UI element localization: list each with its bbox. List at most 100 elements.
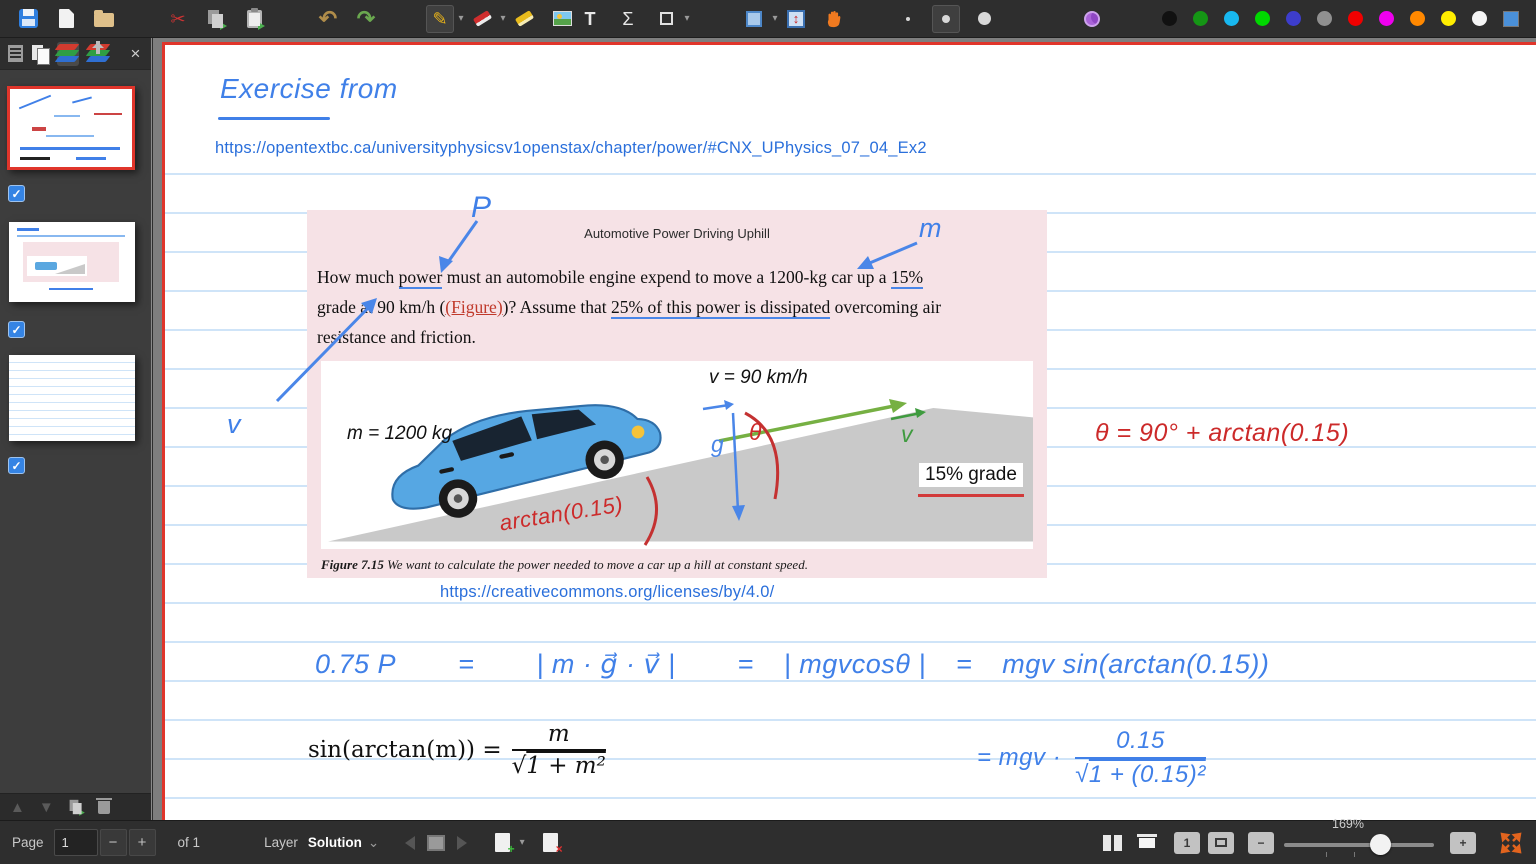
copy-icon[interactable] (202, 5, 230, 33)
redo-icon[interactable]: ↷ (352, 5, 380, 33)
shape-tool-icon[interactable] (652, 5, 680, 33)
typeset-fraction: m √1 + m² (511, 721, 606, 779)
color-swatch-gray[interactable] (1317, 11, 1332, 26)
vertical-space-icon[interactable]: ↕ (782, 5, 810, 33)
fill-toggle-icon[interactable] (1078, 5, 1106, 33)
add-page-dropdown-caret[interactable]: ▾ (515, 837, 529, 848)
status-bar: Page − + of 1 Layer Solution ⌄ + ▾ × 1 − (0, 817, 1536, 864)
open-folder-icon[interactable] (90, 5, 118, 33)
zoom-in-button[interactable]: + (1450, 831, 1476, 854)
sidebar-layer-preview: × ✓ ✓ ✓ ▲ ▼ (0, 38, 152, 820)
zoom-100-button[interactable]: 1 (1174, 831, 1200, 854)
layer-selector[interactable]: Solution (308, 835, 362, 850)
pen-tool-icon[interactable]: ✎ (426, 4, 454, 33)
add-page-icon[interactable]: + (489, 830, 515, 856)
delete-layer-icon[interactable] (95, 797, 112, 814)
eq-term: | m · g⃗ · v⃗ | (536, 649, 676, 679)
new-file-icon[interactable] (52, 5, 80, 33)
zoom-slider-thumb[interactable] (1370, 833, 1391, 855)
math-tex-icon[interactable]: Σ (614, 5, 642, 33)
page-label: Page (12, 835, 44, 850)
eq2-prefix: = mgv · (977, 744, 1062, 771)
zoom-out-button[interactable]: − (1248, 831, 1274, 854)
move-layer-up-icon[interactable]: ▲ (10, 799, 25, 816)
tab-page-preview-icon[interactable] (32, 42, 50, 66)
notebook-page[interactable]: Exercise from https://opentextbc.ca/univ… (162, 42, 1536, 820)
cut-icon[interactable]: ✂ (164, 5, 192, 33)
move-layer-down-icon[interactable]: ▼ (39, 799, 54, 816)
shape-dropdown-caret[interactable]: ▾ (680, 13, 694, 24)
layer-thumbnail-background[interactable] (9, 355, 135, 441)
layer-label: Layer (264, 835, 298, 850)
next-layer-icon[interactable] (449, 830, 475, 856)
layer-visibility-checkbox-2[interactable]: ✓ (8, 321, 25, 338)
typeset-lhs: sin(arctan(m)) = (308, 737, 502, 763)
layer-dropdown-caret[interactable]: ⌄ (368, 835, 379, 851)
color-swatch-yellow[interactable] (1441, 11, 1456, 26)
annotation-m: m (919, 213, 942, 243)
presentation-mode-icon[interactable] (1134, 830, 1160, 856)
color-swatch-red[interactable] (1348, 11, 1363, 26)
select-tool-icon[interactable] (740, 5, 768, 33)
layer-thumbnail-combined[interactable] (7, 86, 135, 170)
tab-contents-icon[interactable] (8, 42, 23, 66)
pen-size-fine-icon[interactable] (894, 5, 922, 33)
layer-visibility-checkbox-3[interactable]: ✓ (8, 457, 25, 474)
fullscreen-icon[interactable] (1498, 830, 1524, 856)
tab-layerstack-preview-icon[interactable] (85, 40, 111, 66)
zoom-fit-button[interactable] (1208, 831, 1234, 854)
page-number-input[interactable] (53, 829, 98, 856)
layer-visibility-checkbox-1[interactable]: ✓ (8, 185, 25, 202)
paired-pages-icon[interactable] (1100, 830, 1126, 856)
pen-dropdown-caret[interactable]: ▾ (454, 13, 468, 24)
xournal-window: ✂ ↶ ↷ ✎ ▾ ▾ T Σ ▾ ▾ ↕ × ✓ ✓ ✓ ▲ ▼ Exerci… (0, 0, 1536, 864)
sidebar-close-icon[interactable]: × (128, 42, 143, 66)
select-dropdown-caret[interactable]: ▾ (768, 13, 782, 24)
color-chooser-icon[interactable] (1503, 10, 1519, 27)
page-decrement-button[interactable]: − (99, 829, 127, 856)
layer-preview-toggle-icon[interactable] (423, 830, 449, 856)
highlighter-tool-icon[interactable] (510, 5, 538, 33)
annotation-arrows (275, 220, 918, 403)
typeset-equation[interactable]: sin(arctan(m)) = m √1 + m² (308, 721, 606, 779)
zoom-tick (1354, 851, 1355, 857)
color-swatch-green[interactable] (1255, 11, 1270, 26)
sidebar-tab-bar: × (0, 38, 151, 70)
delete-page-icon[interactable]: × (537, 830, 563, 856)
color-swatch-magenta[interactable] (1379, 11, 1394, 26)
zoom-level-label: 169% (1332, 816, 1364, 831)
text-tool-icon[interactable]: T (576, 5, 604, 33)
save-icon[interactable] (14, 5, 42, 33)
page-increment-button[interactable]: + (128, 829, 156, 856)
eraser-tool-icon[interactable] (468, 5, 496, 33)
zoom-slider-track[interactable] (1284, 842, 1434, 847)
eraser-dropdown-caret[interactable]: ▾ (496, 13, 510, 24)
eq-equals: = (458, 649, 475, 679)
color-swatch-black[interactable] (1162, 11, 1177, 26)
zoom-tick (1326, 851, 1327, 857)
pen-size-thick-icon[interactable] (970, 5, 998, 33)
handwritten-equation-row: 0.75 P = | m · g⃗ · v⃗ | = | mgvcosθ | =… (315, 649, 1269, 680)
tab-layer-preview-icon[interactable] (54, 41, 80, 66)
eq-term: mgv sin(arctan(0.15)) (1002, 649, 1270, 679)
prev-layer-icon[interactable] (397, 830, 423, 856)
color-swatch-indigo[interactable] (1286, 11, 1301, 26)
paste-icon[interactable] (240, 5, 268, 33)
zoom-slider[interactable]: 169% (1284, 817, 1434, 858)
color-swatch-orange[interactable] (1410, 11, 1425, 26)
eq2-fraction: 0.15 √1 + (0.15)² (1075, 727, 1206, 788)
layer-thumbnail-solution[interactable] (9, 222, 135, 302)
sidebar-action-bar: ▲ ▼ (0, 793, 151, 820)
color-swatch-cyan[interactable] (1224, 11, 1239, 26)
annotation-v: v (227, 409, 241, 439)
insert-image-icon[interactable] (548, 5, 576, 33)
main-toolbar: ✂ ↶ ↷ ✎ ▾ ▾ T Σ ▾ ▾ ↕ (0, 0, 1536, 38)
color-swatch-white[interactable] (1472, 11, 1487, 26)
color-swatch-darkgreen[interactable] (1193, 11, 1208, 26)
duplicate-layer-icon[interactable] (69, 799, 85, 816)
hand-tool-icon[interactable] (820, 5, 848, 33)
document-canvas[interactable]: Exercise from https://opentextbc.ca/univ… (153, 38, 1536, 820)
undo-icon[interactable]: ↶ (314, 5, 342, 33)
page-count-label: of 1 (177, 835, 201, 850)
pen-size-medium-icon[interactable] (932, 4, 960, 33)
